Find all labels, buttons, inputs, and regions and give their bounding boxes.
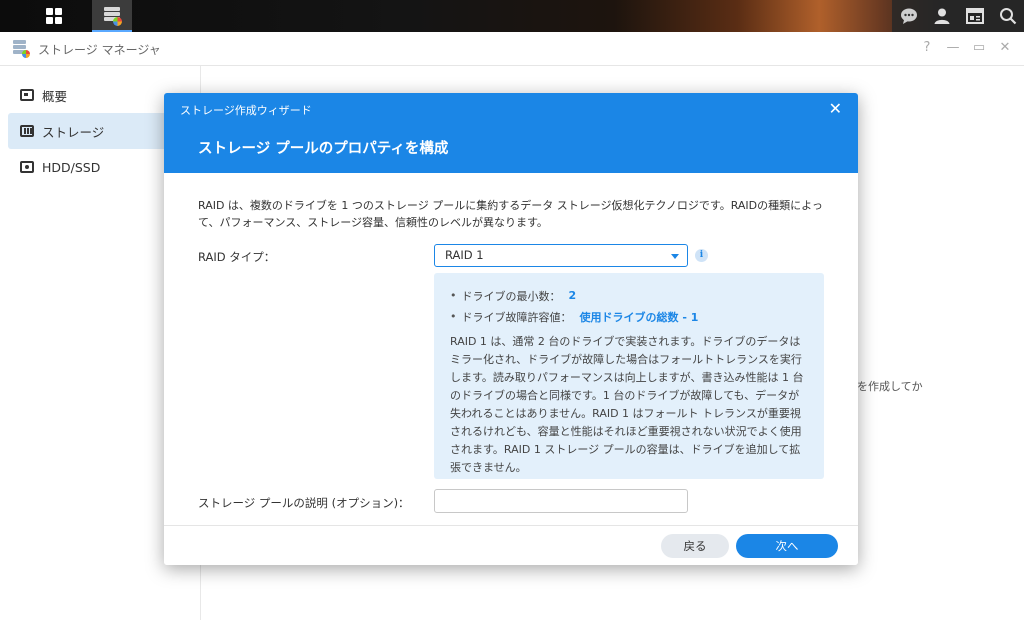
- search-icon: [999, 8, 1016, 25]
- min-drives-label: ドライブの最小数：: [461, 289, 561, 303]
- fault-tolerance-value: 使用ドライブの総数 - 1: [579, 310, 699, 324]
- back-button[interactable]: 戻る: [661, 534, 729, 558]
- storage-creation-wizard: ストレージ作成ウィザード ✕ ストレージ プールのプロパティを構成 RAID は…: [164, 93, 858, 565]
- grid-icon: [46, 8, 62, 24]
- info-icon[interactable]: i: [695, 249, 708, 262]
- close-icon[interactable]: ✕: [829, 99, 842, 118]
- close-icon[interactable]: ✕: [996, 40, 1014, 56]
- widgets-button[interactable]: [958, 0, 991, 32]
- background-text-fragment: を作成してか: [857, 380, 923, 393]
- storage-icon: [20, 125, 34, 137]
- overview-icon: [20, 89, 34, 101]
- dialog-footer: 戻る 次へ: [164, 525, 858, 565]
- dialog-window-title: ストレージ作成ウィザード: [180, 104, 312, 117]
- sidebar-item-label: ストレージ: [42, 124, 105, 140]
- hdd-icon: [20, 161, 34, 173]
- app-title: ストレージ マネージャ: [38, 43, 161, 57]
- raid-type-label: RAID タイプ：: [198, 250, 276, 264]
- fault-tolerance-item: ドライブ故障許容値： 使用ドライブの総数 - 1: [450, 306, 810, 327]
- fault-tolerance-label: ドライブ故障許容値：: [461, 310, 572, 324]
- min-drives-value: 2: [568, 289, 577, 302]
- storage-manager-icon: [13, 40, 30, 58]
- user-button[interactable]: [925, 0, 958, 32]
- dialog-header: ストレージ作成ウィザード ✕ ストレージ プールのプロパティを構成: [164, 93, 858, 173]
- raid-info-box: ドライブの最小数： 2 ドライブ故障許容値： 使用ドライブの総数 - 1 RAI…: [434, 273, 824, 479]
- chat-icon: [900, 8, 917, 24]
- window-controls: ? — ▭ ✕: [918, 40, 1014, 56]
- help-icon[interactable]: ?: [918, 40, 936, 56]
- taskbar: [0, 0, 1024, 32]
- chat-button[interactable]: [892, 0, 925, 32]
- next-button[interactable]: 次へ: [736, 534, 838, 558]
- minimize-icon[interactable]: —: [944, 40, 962, 56]
- widgets-icon: [965, 8, 984, 24]
- min-drives-item: ドライブの最小数： 2: [450, 285, 810, 306]
- taskbar-tray: [892, 0, 1024, 32]
- raid-type-select[interactable]: RAID 1: [434, 244, 688, 267]
- main-menu-button[interactable]: [34, 0, 74, 32]
- sidebar-item-label: HDD/SSD: [42, 159, 101, 175]
- pool-description-input[interactable]: [434, 489, 688, 513]
- raid-info-body: RAID 1 は、通常 2 台のドライブで実装されます。ドライブのデータはミラー…: [450, 335, 804, 474]
- chevron-down-icon: [671, 254, 679, 259]
- pool-description-label: ストレージ プールの説明 (オプション)：: [198, 496, 410, 510]
- search-button[interactable]: [991, 0, 1024, 32]
- storage-manager-taskbar-button[interactable]: [92, 0, 132, 32]
- raid-description: RAID は、複数のドライブを 1 つのストレージ プールに集約するデータ スト…: [198, 199, 823, 229]
- user-icon: [934, 8, 949, 24]
- app-title-bar: ストレージ マネージャ ? — ▭ ✕: [0, 32, 1024, 66]
- sidebar-item-label: 概要: [42, 88, 68, 104]
- restore-icon[interactable]: ▭: [970, 40, 988, 56]
- storage-manager-icon: [104, 7, 122, 26]
- raid-type-value: RAID 1: [445, 248, 484, 262]
- dialog-heading: ストレージ プールのプロパティを構成: [198, 141, 449, 157]
